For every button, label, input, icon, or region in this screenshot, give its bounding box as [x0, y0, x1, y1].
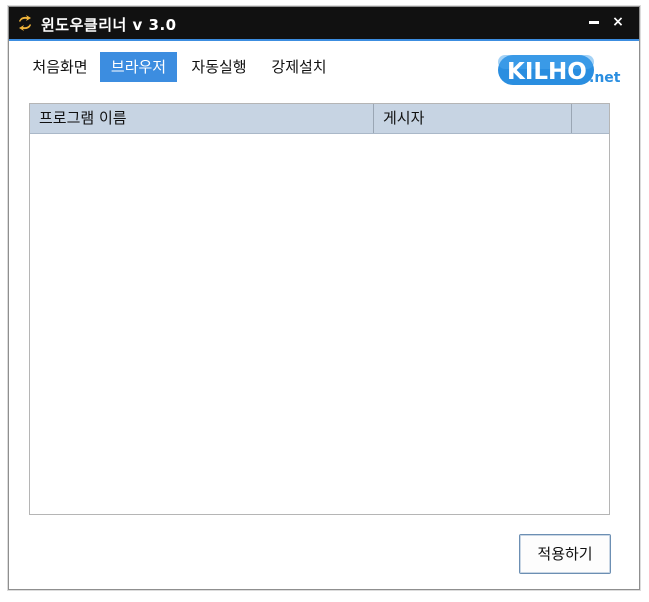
- minimize-icon: [589, 21, 599, 24]
- logo-main-text: KILHO: [507, 59, 587, 85]
- apply-button[interactable]: 적용하기: [519, 534, 611, 574]
- program-list[interactable]: 프로그램 이름 게시자: [29, 103, 610, 515]
- minimize-button[interactable]: [583, 11, 605, 33]
- column-program-name[interactable]: 프로그램 이름: [30, 104, 374, 133]
- column-publisher[interactable]: 게시자: [374, 104, 572, 133]
- title-bar[interactable]: 윈도우클리너 v 3.0 ×: [9, 7, 639, 39]
- window-title: 윈도우클리너 v 3.0: [41, 16, 177, 34]
- kilho-logo[interactable]: KILHO .net: [497, 53, 621, 87]
- list-header: 프로그램 이름 게시자: [30, 104, 609, 134]
- column-extra[interactable]: [572, 104, 609, 133]
- tab-autorun[interactable]: 자동실행: [182, 52, 256, 82]
- tab-browser[interactable]: 브라우저: [100, 52, 177, 82]
- close-button[interactable]: ×: [607, 11, 629, 33]
- refresh-arrows-icon: [19, 15, 31, 31]
- app-window: 윈도우클리너 v 3.0 × 처음화면 브라우저 자동실행 강제설치 KILHO…: [8, 6, 640, 590]
- tab-force-install[interactable]: 강제설치: [262, 52, 336, 82]
- title-accent-line: [9, 39, 639, 41]
- logo-suffix-text: .net: [589, 70, 621, 86]
- tab-start[interactable]: 처음화면: [23, 52, 97, 82]
